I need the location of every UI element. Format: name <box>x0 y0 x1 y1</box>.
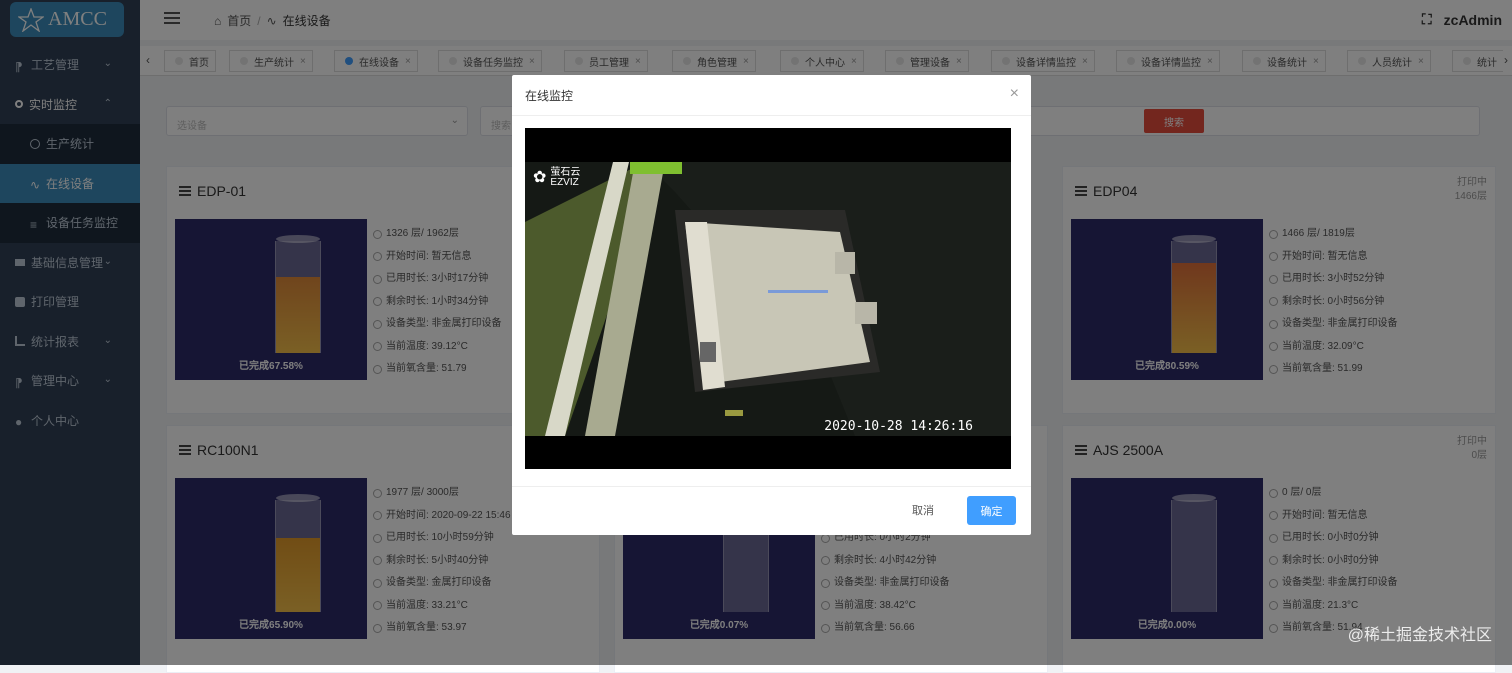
divider <box>512 115 1031 116</box>
flower-icon: ✿ <box>533 173 546 183</box>
divider <box>512 486 1031 487</box>
dialog-title: 在线监控 <box>525 87 573 104</box>
ok-button[interactable]: 确定 <box>967 496 1016 525</box>
close-icon[interactable]: × <box>1010 85 1019 103</box>
video-logo-sub: EZVIZ <box>550 177 578 188</box>
video-timestamp: 2020-10-28 14:26:16 <box>824 419 973 434</box>
cancel-button[interactable]: 取消 <box>912 502 934 518</box>
video-frame: ✿ 萤石云EZVIZ 2020-10-28 14:26:16 <box>525 162 1011 436</box>
ezviz-logo: ✿ 萤石云EZVIZ <box>533 168 580 188</box>
monitor-dialog: 在线监控 × ✿ 萤石云EZVIZ <box>512 75 1031 535</box>
video-player[interactable]: ✿ 萤石云EZVIZ 2020-10-28 14:26:16 <box>525 128 1011 469</box>
watermark: @稀土掘金技术社区 <box>1348 621 1492 645</box>
camera-image <box>525 162 1011 436</box>
